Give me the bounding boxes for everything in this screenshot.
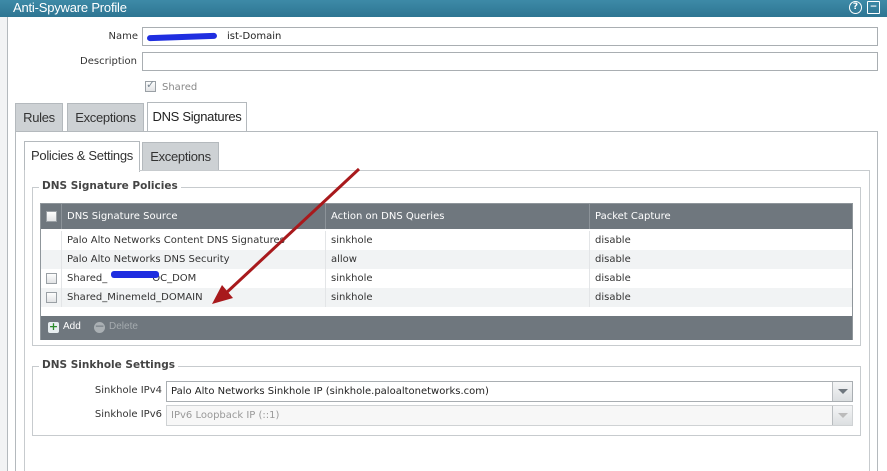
row-checkbox[interactable] bbox=[46, 292, 57, 303]
redaction-scribble bbox=[146, 32, 218, 42]
dns-sinkhole-settings-legend: DNS Sinkhole Settings bbox=[39, 359, 178, 371]
table-row[interactable]: Palo Alto Networks DNS Security allow di… bbox=[41, 250, 852, 269]
sinkhole-ipv4-value: Palo Alto Networks Sinkhole IP (sinkhole… bbox=[171, 386, 489, 397]
table-row[interactable]: Shared_ OC_DOM sinkhole disable bbox=[41, 269, 852, 288]
cell-action: sinkhole bbox=[325, 288, 589, 307]
select-all-checkbox[interactable] bbox=[46, 211, 57, 222]
cell-source: Shared_ OC_DOM bbox=[61, 269, 325, 288]
cell-capture: disable bbox=[589, 250, 852, 269]
cell-source: Shared_Minemeld_DOMAIN bbox=[61, 288, 325, 307]
title-bar: Anti-Spyware Profile ? − bbox=[0, 0, 887, 17]
cell-source: Palo Alto Networks DNS Security bbox=[61, 250, 325, 269]
name-value: ist-Domain bbox=[227, 31, 282, 42]
subtab-policies-settings[interactable]: Policies & Settings bbox=[24, 141, 140, 172]
sinkhole-ipv4-label: Sinkhole IPv4 bbox=[94, 385, 162, 396]
cell-capture: disable bbox=[589, 231, 852, 250]
description-label: Description bbox=[80, 56, 137, 67]
cell-source: Palo Alto Networks Content DNS Signature… bbox=[61, 231, 325, 250]
tab-underline-right bbox=[247, 131, 878, 132]
dns-signature-policies-legend: DNS Signature Policies bbox=[39, 180, 181, 192]
tab-underline bbox=[15, 131, 147, 132]
tab-dns-signatures[interactable]: DNS Signatures bbox=[147, 102, 247, 132]
sinkhole-ipv6-value: IPv6 Loopback IP (::1) bbox=[171, 410, 280, 421]
table-header: DNS Signature Source Action on DNS Queri… bbox=[41, 204, 852, 229]
add-button[interactable]: Add bbox=[63, 321, 81, 332]
tab-rules[interactable]: Rules bbox=[15, 103, 63, 131]
cell-action: sinkhole bbox=[325, 231, 589, 250]
cell-capture: disable bbox=[589, 288, 852, 307]
name-input[interactable]: ist-Domain bbox=[142, 27, 878, 46]
dns-policies-table: DNS Signature Source Action on DNS Queri… bbox=[40, 203, 853, 340]
table-row[interactable]: Palo Alto Networks Content DNS Signature… bbox=[41, 231, 852, 250]
window-title: Anti-Spyware Profile bbox=[13, 0, 127, 15]
chevron-down-icon bbox=[832, 406, 852, 425]
sinkhole-ipv6-select: IPv6 Loopback IP (::1) bbox=[166, 405, 853, 426]
cell-source-prefix: Shared_ bbox=[67, 273, 108, 284]
column-header-capture[interactable]: Packet Capture bbox=[589, 204, 852, 229]
table-row[interactable]: Shared_Minemeld_DOMAIN sinkhole disable bbox=[41, 288, 852, 307]
cell-action: allow bbox=[325, 250, 589, 269]
name-label: Name bbox=[108, 31, 138, 42]
help-icon[interactable]: ? bbox=[849, 1, 862, 14]
sinkhole-ipv4-select[interactable]: Palo Alto Networks Sinkhole IP (sinkhole… bbox=[166, 381, 853, 402]
cell-action: sinkhole bbox=[325, 269, 589, 288]
shared-checkbox[interactable] bbox=[145, 78, 156, 92]
column-header-action[interactable]: Action on DNS Queries bbox=[325, 204, 589, 229]
row-checkbox[interactable] bbox=[46, 273, 57, 284]
tab-exceptions[interactable]: Exceptions bbox=[67, 103, 144, 131]
cell-capture: disable bbox=[589, 269, 852, 288]
minimize-icon[interactable]: − bbox=[867, 1, 880, 14]
subtab-connector bbox=[25, 170, 139, 172]
chevron-down-icon[interactable] bbox=[832, 382, 852, 401]
subtab-exceptions[interactable]: Exceptions bbox=[142, 142, 219, 170]
delete-button: Delete bbox=[109, 321, 138, 332]
delete-icon: − bbox=[94, 319, 105, 333]
column-header-source[interactable]: DNS Signature Source bbox=[61, 204, 325, 229]
add-icon[interactable]: + bbox=[48, 321, 59, 333]
table-toolbar: + Add − Delete bbox=[41, 316, 852, 340]
shared-label: Shared bbox=[162, 82, 198, 93]
description-input[interactable] bbox=[142, 52, 878, 71]
redaction-scribble bbox=[111, 271, 159, 278]
sinkhole-ipv6-label: Sinkhole IPv6 bbox=[94, 409, 162, 420]
